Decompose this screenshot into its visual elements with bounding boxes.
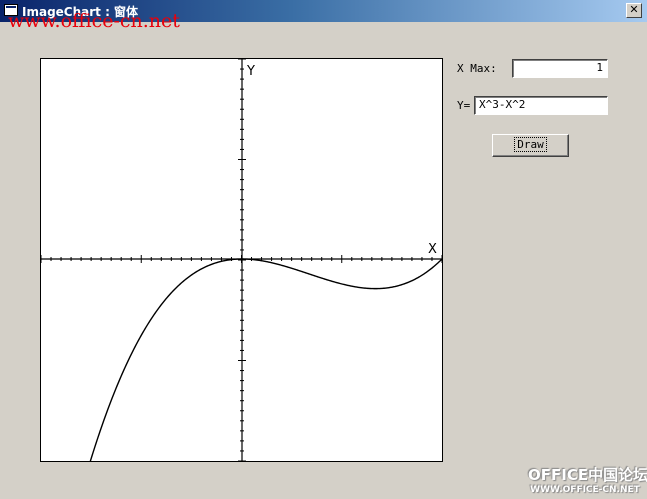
watermark-text: www.office-cn.net — [8, 10, 180, 32]
x-axis-label: X — [428, 242, 437, 257]
close-button[interactable]: ✕ — [626, 3, 642, 18]
axis-ticks — [41, 59, 442, 461]
chart-canvas: X Y — [41, 59, 442, 461]
logo-line1: OFFICE中国论坛 — [528, 466, 647, 484]
expression-input[interactable]: X^3-X^2 — [474, 96, 608, 115]
draw-button[interactable]: Draw — [492, 134, 569, 157]
xmax-input[interactable]: 1 — [512, 59, 608, 78]
xmax-label: X Max: — [457, 62, 497, 75]
y-axis-label: Y — [246, 64, 255, 79]
forum-logo: OFFICE中国论坛 WWW.OFFICE-CN.NET — [528, 464, 647, 495]
draw-button-label: Draw — [514, 137, 547, 152]
function-curve — [89, 258, 442, 461]
y-label: Y= — [457, 99, 471, 112]
logo-line2: WWW.OFFICE-CN.NET — [530, 485, 640, 495]
plot-area: X Y — [40, 58, 443, 462]
